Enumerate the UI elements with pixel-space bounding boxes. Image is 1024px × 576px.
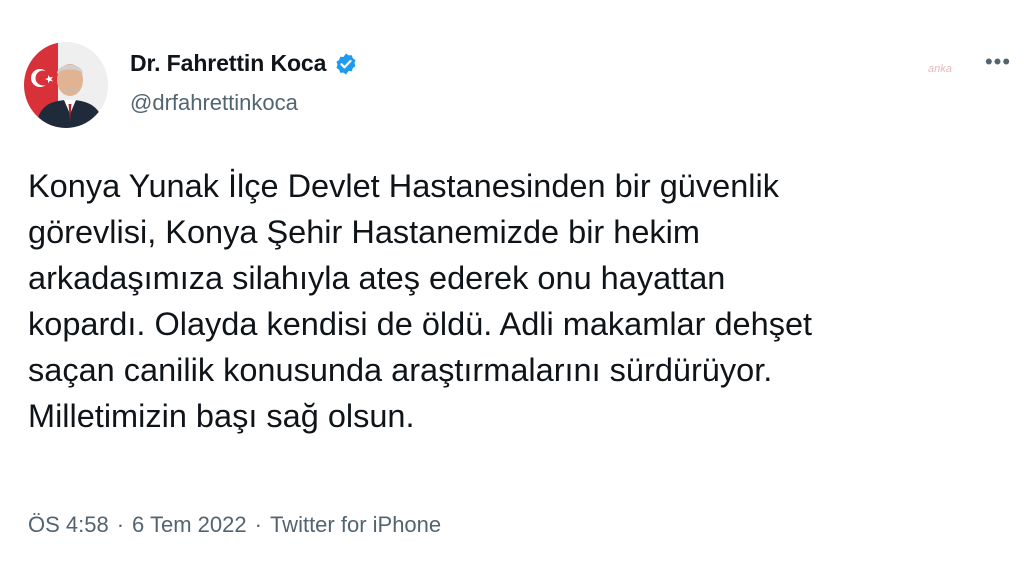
- avatar-portrait-icon: [24, 42, 108, 128]
- tweet-source-link[interactable]: Twitter for iPhone: [270, 512, 441, 538]
- tweet-text: Konya Yunak İlçe Devlet Hastanesinden bi…: [28, 163, 1003, 439]
- meta-separator: ·: [254, 512, 262, 537]
- tweet-text-line: Milletimizin başı sağ olsun.: [28, 398, 415, 434]
- author-handle[interactable]: @drfahrettinkoca: [130, 90, 298, 116]
- meta-separator: ·: [116, 512, 125, 537]
- author-name-row[interactable]: Dr. Fahrettin Koca: [130, 50, 358, 77]
- tweet-card: Dr. Fahrettin Koca @drfahrettinkoca anka…: [0, 0, 1024, 576]
- author-display-name[interactable]: Dr. Fahrettin Koca: [130, 50, 326, 77]
- watermark: anka: [928, 63, 952, 75]
- tweet-text-line: Konya Yunak İlçe Devlet Hastanesinden bi…: [28, 168, 779, 204]
- tweet-text-line: arkadaşımıza silahıyla ateş ederek onu h…: [28, 260, 726, 296]
- tweet-date[interactable]: 6 Tem 2022: [132, 512, 247, 538]
- tweet-text-line: kopardı. Olayda kendisi de öldü. Adli ma…: [28, 306, 813, 342]
- tweet-meta: ÖS 4:58 · 6 Tem 2022 · Twitter for iPhon…: [28, 512, 441, 538]
- avatar[interactable]: [24, 42, 108, 128]
- verified-badge-icon: [334, 52, 358, 76]
- more-options-button[interactable]: •••: [980, 50, 1016, 74]
- tweet-text-line: saçan canilik konusunda araştırmalarını …: [28, 352, 773, 388]
- tweet-text-line: görevlisi, Konya Şehir Hastanemizde bir …: [28, 214, 700, 250]
- tweet-time[interactable]: ÖS 4:58: [28, 512, 109, 538]
